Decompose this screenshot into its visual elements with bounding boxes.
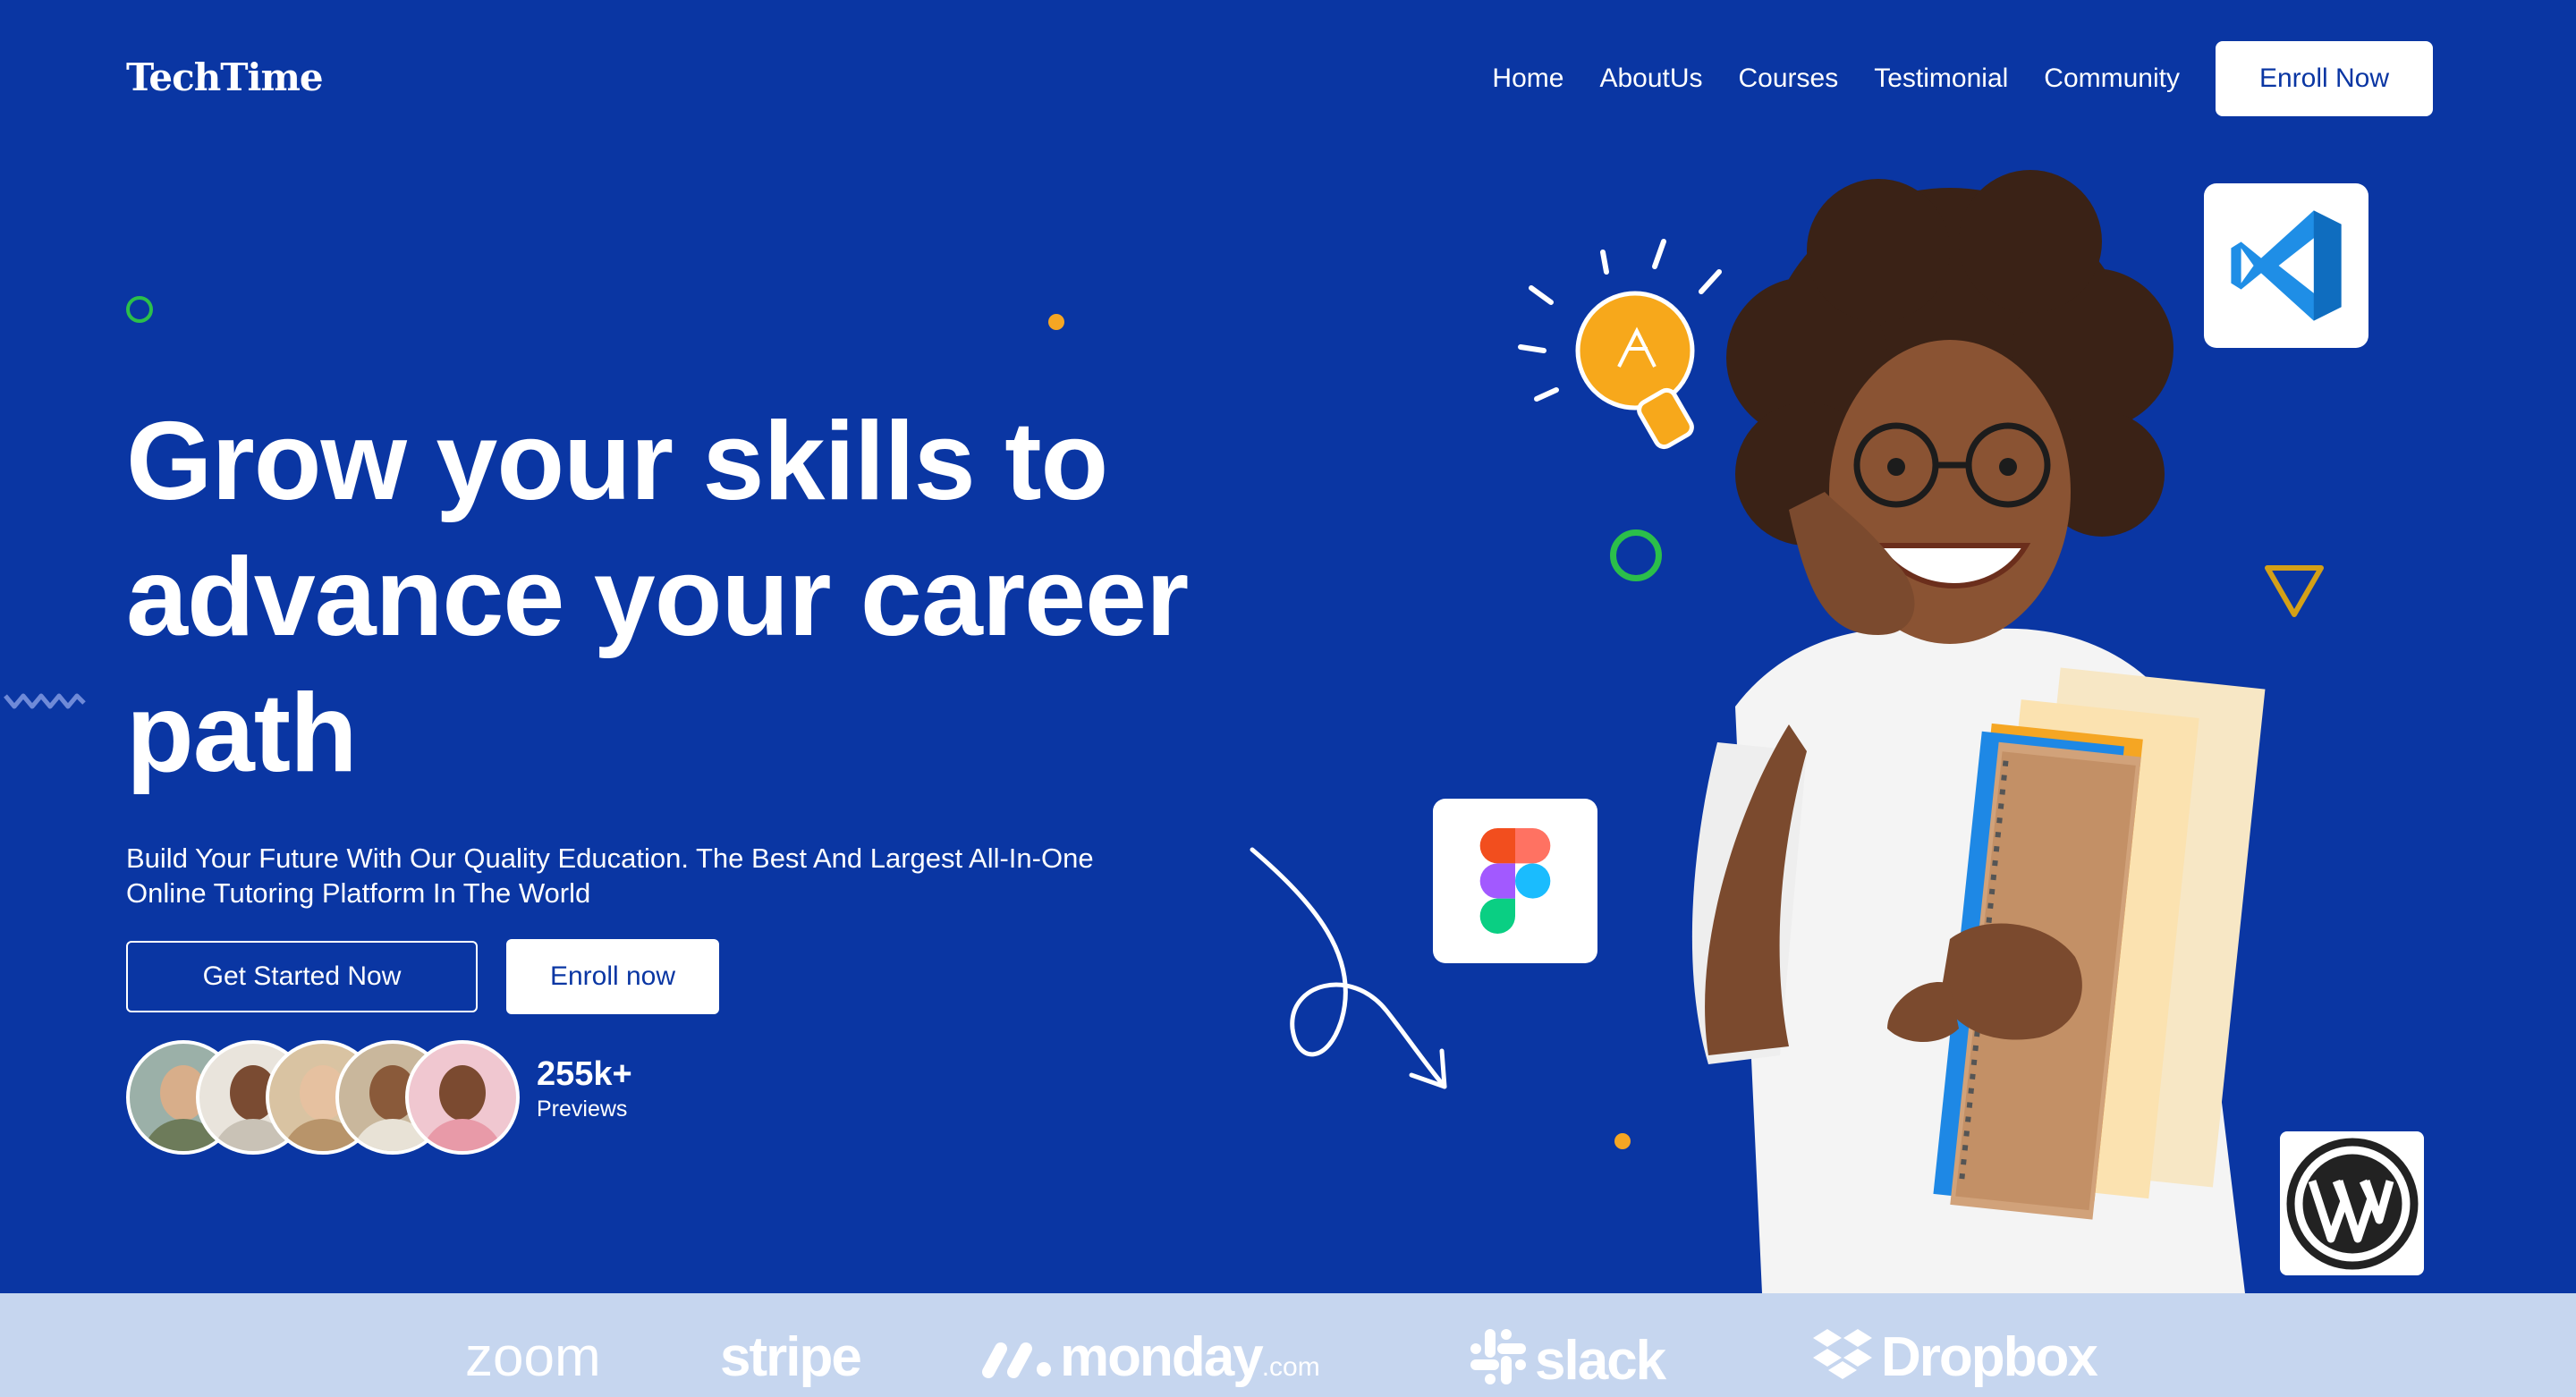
hero-headline: Grow your skills to advance your career … — [126, 394, 1289, 801]
hero-subtitle: Build Your Future With Our Quality Educa… — [126, 841, 1244, 910]
figma-icon — [1433, 799, 1597, 963]
slack-logo: slack — [1467, 1325, 1666, 1393]
enroll-now-button[interactable]: Enroll Now — [2216, 41, 2433, 116]
partner-logo-strip: zoom stripe monday.com slack Dropbox — [0, 1293, 2576, 1397]
student-illustration — [1691, 170, 2266, 1293]
previews-label: Previews — [537, 1096, 628, 1122]
nav-testimonial[interactable]: Testimonial — [1874, 64, 2008, 94]
avatar — [405, 1040, 520, 1155]
orange-dot-decoration — [1048, 314, 1064, 330]
student-avatar-group — [126, 1040, 520, 1155]
subtitle-line-1: Build Your Future With Our Quality Educa… — [126, 842, 1094, 874]
slack-wordmark: slack — [1535, 1330, 1666, 1392]
monday-suffix: .com — [1261, 1352, 1320, 1382]
nav-about-us[interactable]: AboutUs — [1599, 64, 1702, 94]
monday-logo: monday.com — [979, 1325, 1320, 1389]
dropbox-wordmark: Dropbox — [1881, 1326, 2098, 1388]
zigzag-decoration — [4, 693, 86, 709]
hero-section: TechTime Home AboutUs Courses Testimonia… — [0, 0, 2576, 1293]
nav-home[interactable]: Home — [1492, 64, 1563, 94]
dropbox-logo: Dropbox — [1811, 1325, 2098, 1389]
nav-community[interactable]: Community — [2044, 64, 2180, 94]
main-nav: Home AboutUs Courses Testimonial Communi… — [1492, 41, 2433, 116]
monday-mark-icon — [982, 1342, 1051, 1378]
stripe-logo: stripe — [720, 1326, 862, 1388]
site-logo[interactable]: TechTime — [126, 55, 324, 99]
green-ring-decoration — [126, 296, 153, 323]
headline-line-3: path — [126, 672, 358, 795]
subtitle-line-2: Online Tutoring Platform In The World — [126, 877, 591, 909]
slack-mark-icon — [1470, 1329, 1526, 1384]
enroll-now-secondary-button[interactable]: Enroll now — [506, 939, 719, 1014]
curly-arrow-decoration — [1250, 847, 1447, 1089]
previews-count: 255k+ — [537, 1055, 632, 1093]
nav-courses[interactable]: Courses — [1739, 64, 1839, 94]
monday-wordmark: monday — [1060, 1326, 1264, 1388]
zoom-logo: zoom — [465, 1326, 601, 1388]
get-started-button[interactable]: Get Started Now — [126, 941, 478, 1012]
headline-line-1: Grow your skills to — [126, 400, 1108, 523]
headline-line-2: advance your career — [126, 536, 1189, 659]
orange-dot-decoration — [1614, 1133, 1631, 1149]
dropbox-mark-icon — [1813, 1329, 1872, 1379]
